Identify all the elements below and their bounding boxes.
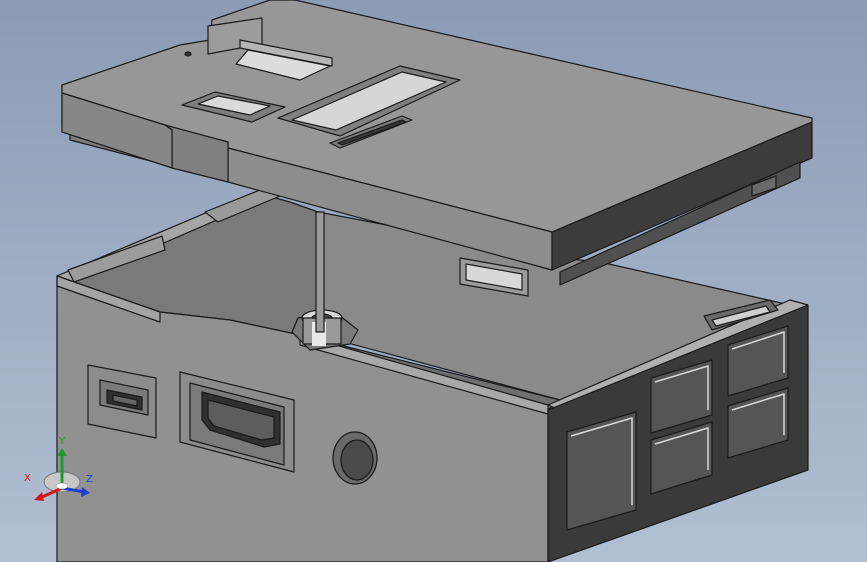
3d-viewport[interactable]: X Y Z: [0, 0, 867, 562]
audio-jack-hole: [332, 431, 378, 485]
triad-x-label: X: [24, 473, 31, 484]
case-base[interactable]: [56, 187, 809, 562]
cad-model[interactable]: [0, 0, 867, 562]
coordinate-triad[interactable]: X Y Z: [18, 436, 108, 510]
lid-screw-hole: [184, 51, 192, 57]
triad-y-label: Y: [59, 436, 66, 447]
triad-z-label: Z: [86, 474, 93, 485]
corner-post: [315, 211, 325, 333]
